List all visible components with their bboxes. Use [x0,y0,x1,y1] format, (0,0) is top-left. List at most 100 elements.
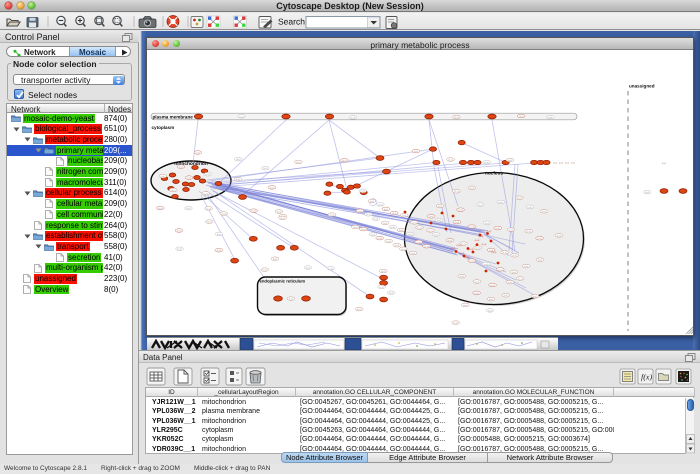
svg-text:(x,x): (x,x) [217,233,222,236]
svg-text:(x,x): (x,x) [236,178,241,181]
svg-text:(x,x): (x,x) [358,210,363,213]
svg-text:(x,x): (x,x) [370,200,375,203]
svg-text:(x,x): (x,x) [512,271,517,274]
svg-text:(x,x): (x,x) [437,219,442,222]
svg-text:(x,x): (x,x) [455,221,460,224]
svg-text:(x,x): (x,x) [524,265,529,268]
svg-text:(x,x): (x,x) [509,229,514,232]
svg-text:(x,x): (x,x) [465,256,470,259]
svg-text:(x,x): (x,x) [662,162,667,165]
svg-text:(x,x): (x,x) [207,221,212,224]
svg-text:(x,x): (x,x) [239,115,244,118]
svg-text:(x,x): (x,x) [490,284,495,287]
svg-text:(x,x): (x,x) [378,203,383,206]
svg-text:(x,x): (x,x) [517,197,522,200]
svg-text:(x,x): (x,x) [273,258,278,261]
svg-text:(x,x): (x,x) [475,239,480,242]
svg-text:(x,x): (x,x) [470,260,475,263]
svg-text:(x,x): (x,x) [179,166,184,169]
svg-text:(x,x): (x,x) [429,215,434,218]
svg-text:(x,x): (x,x) [454,321,459,324]
svg-text:(x,x): (x,x) [391,226,396,229]
svg-text:nucleus: nucleus [485,171,503,177]
svg-text:(x,x): (x,x) [186,207,191,210]
svg-text:(x,x): (x,x) [204,192,209,195]
svg-text:(x,x): (x,x) [342,159,347,162]
svg-text:(x,x): (x,x) [478,203,483,206]
svg-text:(x,x): (x,x) [448,239,453,242]
svg-text:(x,x): (x,x) [399,229,404,232]
svg-text:(x,x): (x,x) [463,304,468,307]
svg-text:(x,x): (x,x) [434,233,439,236]
svg-text:(x,x): (x,x) [222,212,227,215]
svg-text:(x,x): (x,x) [496,227,501,230]
svg-text:(x,x): (x,x) [381,270,386,273]
svg-text:(x,x): (x,x) [489,298,494,301]
svg-text:(x,x): (x,x) [296,161,301,164]
svg-text:(x,x): (x,x) [451,247,456,250]
svg-text:(x,x): (x,x) [357,308,362,311]
svg-text:(x,x): (x,x) [470,187,475,190]
svg-text:(x,x): (x,x) [277,210,282,213]
svg-text:(x,x): (x,x) [571,161,576,164]
svg-text:(x,x): (x,x) [492,251,497,254]
svg-text:(x,x): (x,x) [518,277,523,280]
svg-text:Search:: Search: [278,17,307,27]
svg-text:(x,x): (x,x) [206,207,211,210]
svg-text:(x,x): (x,x) [330,214,335,217]
svg-text:(x,x): (x,x) [502,251,507,254]
svg-text:(x,x): (x,x) [217,249,222,252]
svg-text:(x,x): (x,x) [533,295,538,298]
svg-text:(x,x): (x,x) [537,237,542,240]
svg-text:cytoplasm: cytoplasm [152,125,175,130]
svg-text:(x,x): (x,x) [565,161,570,164]
svg-text:f(x): f(x) [641,373,652,382]
svg-text:(x,x): (x,x) [351,116,356,119]
svg-text:(x,x): (x,x) [329,267,334,270]
svg-text:(x,x): (x,x) [542,210,547,213]
svg-text:(x,x): (x,x) [519,115,524,118]
svg-text:(x,x): (x,x) [461,243,466,246]
svg-text:(x,x): (x,x) [512,254,517,257]
svg-text:(x,x): (x,x) [371,233,376,236]
svg-text:(x,x): (x,x) [177,229,182,232]
svg-text:(x,x): (x,x) [474,292,479,295]
svg-text:unassigned: unassigned [629,84,655,89]
svg-text:(x,x): (x,x) [384,208,389,211]
svg-text:(x,x): (x,x) [263,167,268,170]
svg-text:(x,x): (x,x) [395,244,400,247]
svg-text:(x,x): (x,x) [454,116,459,119]
svg-text:(x,x): (x,x) [289,298,294,301]
svg-text:(x,x): (x,x) [528,206,533,209]
svg-text:(x,x): (x,x) [252,210,257,213]
svg-text:(x,x): (x,x) [206,173,211,176]
svg-text:(x,x): (x,x) [485,161,490,164]
svg-text:(x,x): (x,x) [559,161,564,164]
svg-text:(x,x): (x,x) [161,175,166,178]
svg-text:(x,x): (x,x) [424,245,429,248]
svg-text:(x,x): (x,x) [482,243,487,246]
svg-text:(x,x): (x,x) [645,191,650,194]
svg-text:(x,x): (x,x) [484,263,489,266]
svg-text:(x,x): (x,x) [306,266,311,269]
svg-text:(x,x): (x,x) [386,240,391,243]
svg-text:(x,x): (x,x) [527,230,532,233]
svg-text:(x,x): (x,x) [383,222,388,225]
svg-text:(x,x): (x,x) [402,214,407,217]
svg-text:(x,x): (x,x) [438,205,443,208]
svg-text:(x,x): (x,x) [414,150,419,153]
svg-text:(x,x): (x,x) [553,161,558,164]
svg-text:(x,x): (x,x) [457,244,462,247]
svg-text:(x,x): (x,x) [485,222,490,225]
svg-text:plasma membrane: plasma membrane [153,114,193,119]
svg-text:(x,x): (x,x) [548,116,553,119]
svg-text:(x,x): (x,x) [504,294,509,297]
svg-text:(x,x): (x,x) [401,248,406,251]
svg-text:endoplasmic reticulum: endoplasmic reticulum [260,279,306,284]
svg-text:(x,x): (x,x) [270,186,275,189]
svg-text:(x,x): (x,x) [498,268,503,271]
svg-text:(x,x): (x,x) [418,226,423,229]
svg-text:(x,x): (x,x) [460,275,465,278]
svg-text:(x,x): (x,x) [428,229,433,232]
svg-text:(x,x): (x,x) [508,281,513,284]
